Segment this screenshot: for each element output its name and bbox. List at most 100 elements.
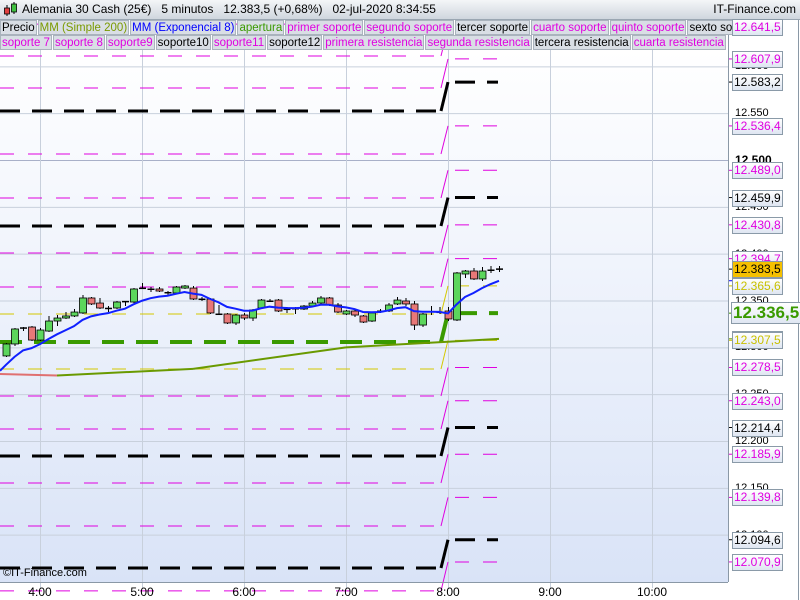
candle-body	[87, 297, 96, 305]
candle-body	[419, 313, 427, 326]
candle-body	[11, 328, 19, 345]
legend-item[interactable]: apertura	[237, 20, 285, 35]
candle	[342, 309, 351, 316]
price-level-label: 12.243,0	[732, 392, 783, 410]
candle-body	[470, 270, 478, 280]
candle-body	[461, 270, 470, 275]
price-level-label: 12.583,2	[732, 74, 783, 92]
legend-item[interactable]: segundo soporte	[364, 20, 455, 35]
legend-item[interactable]: soporte10	[155, 35, 211, 50]
legend-item[interactable]: soporte 8	[52, 35, 105, 50]
candle-body	[453, 272, 461, 321]
candle-body	[368, 312, 376, 322]
candle	[419, 312, 427, 328]
candle-body	[62, 315, 70, 319]
price-level-label: 12.430,8	[732, 216, 783, 234]
candle-body	[359, 315, 368, 323]
time-tick-label: 7:00	[334, 585, 358, 599]
candlestick-logo-icon	[4, 2, 17, 16]
candle-body	[130, 288, 138, 303]
legend-item[interactable]: cuarta resistencia	[631, 35, 726, 50]
candle-body	[113, 301, 121, 309]
candle	[28, 325, 36, 341]
price-level-label: 12.185,9	[732, 446, 783, 464]
price-tick-label: 12.200	[735, 435, 769, 447]
title-bar: Alemania 30 Cash (25€) 5 minutos 12.383,…	[0, 0, 800, 20]
legend-item[interactable]: Precio	[0, 20, 37, 35]
legend-item[interactable]: soporte11	[211, 35, 267, 50]
legend-item[interactable]: soporte 7	[0, 35, 52, 50]
legend-item[interactable]: cuarto soporte	[531, 20, 609, 35]
price-level-label: 12.641,5	[732, 19, 783, 37]
candle-body	[317, 297, 325, 304]
candle-body	[70, 311, 79, 317]
legend-item[interactable]: MM (Exponencial 8)	[130, 20, 237, 35]
candle	[2, 343, 11, 357]
legend-item[interactable]: primera resistencia	[323, 35, 425, 50]
candle-body	[96, 302, 104, 309]
price-level-label: 12.383,5	[732, 261, 783, 279]
candle-body	[79, 297, 87, 314]
legend-item[interactable]: primer soporte	[285, 20, 364, 35]
candle-body	[274, 299, 283, 312]
price-level-label: 12.094,6	[732, 531, 783, 549]
candle-body	[223, 313, 232, 324]
time-tick-label: 5:00	[130, 585, 154, 599]
legend-item[interactable]: soporte12	[267, 35, 323, 50]
legend-row-2: soporte 7 soporte 8 soporte9 soporte10 sopor…	[0, 35, 727, 50]
time-tick-label: 4:00	[28, 585, 52, 599]
candle-body	[393, 299, 402, 305]
price-chart[interactable]	[0, 0, 800, 600]
legend-item[interactable]: MM (Simple 200)	[37, 20, 130, 35]
candle-body	[232, 314, 240, 324]
candle	[79, 294, 87, 314]
candle-body	[36, 329, 45, 341]
candle-body	[155, 288, 164, 292]
legend-item[interactable]: tercera resistencia	[532, 35, 631, 50]
price-level-label: 12.214,4	[732, 419, 783, 437]
price-level-label: 12.489,0	[732, 162, 783, 180]
legend-item[interactable]: segunda resistencia	[425, 35, 532, 50]
brand-name: IT-Finance.com	[713, 2, 796, 16]
candle	[223, 312, 232, 325]
candle	[274, 299, 283, 313]
price-level-label: 12.365,6	[732, 277, 783, 295]
candle	[359, 315, 368, 323]
candle-body	[181, 285, 189, 289]
candle-body	[172, 286, 181, 294]
price-level-label: 12.607,9	[732, 50, 783, 68]
time-tick-label: 6:00	[232, 585, 256, 599]
price-level-label: 12.336,5	[731, 302, 800, 325]
legend-item[interactable]: soporte9	[105, 35, 155, 50]
price-level-label: 12.278,5	[732, 359, 783, 377]
candle-body	[28, 326, 36, 341]
candle-body	[45, 320, 53, 332]
copyright-text: ©IT-Finance.com	[3, 567, 87, 579]
price-level-label: 12.459,9	[732, 189, 783, 207]
candle	[113, 300, 121, 310]
candle	[453, 272, 461, 322]
candle-body	[53, 317, 62, 322]
legend-item[interactable]: tercer soporte	[455, 20, 531, 35]
candle-body	[2, 343, 11, 357]
instrument-title: Alemania 30 Cash (25€) 5 minutos 12.383,…	[22, 2, 436, 16]
candle-body	[402, 300, 410, 305]
price-level-label: 12.536,4	[732, 117, 783, 135]
price-level-label: 12.139,8	[732, 489, 783, 507]
price-level-label: 12.307,5	[732, 332, 783, 350]
candle	[368, 312, 376, 323]
legend-row-1: Precio MM (Simple 200) MM (Exponencial 8) a…	[0, 20, 762, 35]
candle-body	[342, 310, 351, 315]
time-tick-label: 10:00	[636, 585, 668, 599]
candle-body	[351, 310, 359, 316]
price-level-label: 12.070,9	[732, 553, 783, 571]
candle-body	[240, 314, 249, 319]
candle	[130, 288, 138, 304]
candle	[11, 328, 19, 347]
time-tick-label: 8:00	[436, 585, 460, 599]
candle-body	[478, 270, 487, 280]
legend-item[interactable]: quinto soporte	[609, 20, 687, 35]
candle-body	[410, 303, 419, 326]
candle	[87, 297, 96, 306]
sma200-segment	[0, 373, 58, 377]
